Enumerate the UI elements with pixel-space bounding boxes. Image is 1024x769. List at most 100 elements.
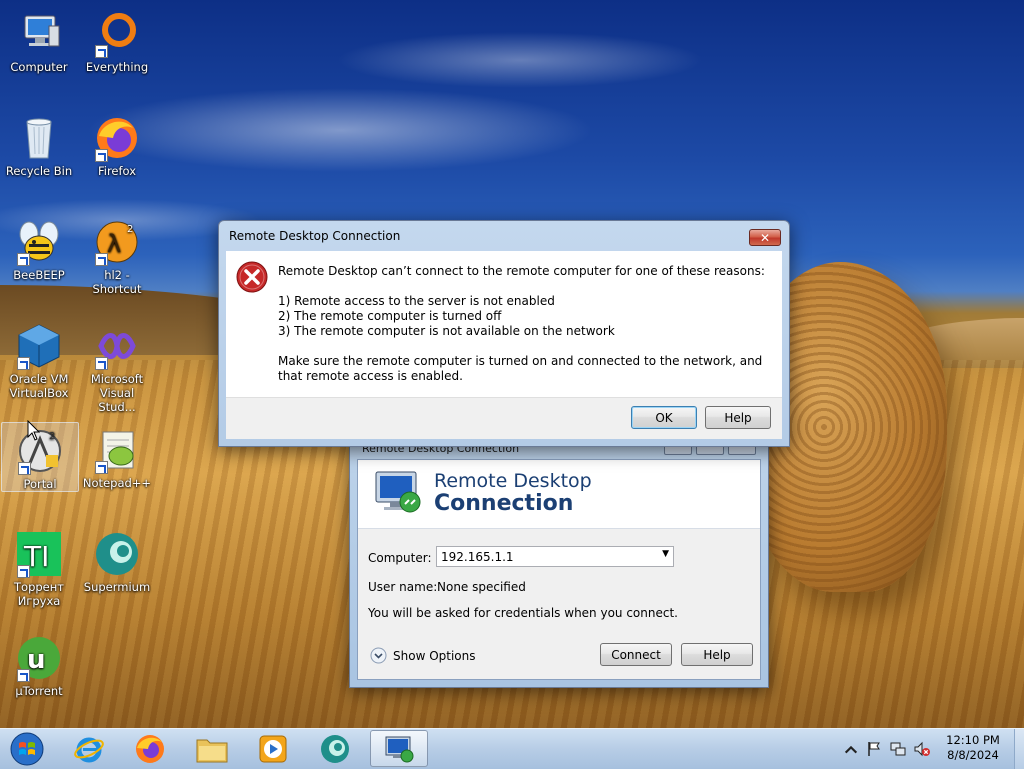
desktop-icon-supermium[interactable]: Supermium: [79, 526, 155, 616]
computer-value: 192.165.1.1: [441, 550, 514, 564]
torrent-igruha-icon: TI: [15, 530, 63, 578]
virtualbox-icon: [15, 322, 63, 370]
svg-text:2: 2: [127, 224, 133, 235]
shortcut-arrow-icon: [17, 357, 30, 370]
shortcut-arrow-icon: [18, 462, 31, 475]
shortcut-arrow-icon: [95, 149, 108, 162]
svg-text:λ: λ: [107, 230, 121, 258]
taskbar-windows-explorer[interactable]: [185, 730, 239, 767]
ok-button[interactable]: OK: [631, 406, 697, 429]
chevron-down-icon[interactable]: ▼: [662, 549, 669, 559]
desktop-icon-beebeep[interactable]: BeeBEEP: [1, 214, 77, 304]
start-button[interactable]: [0, 730, 54, 767]
error-help-button[interactable]: Help: [705, 406, 771, 429]
connect-button[interactable]: Connect: [600, 643, 672, 666]
error-dialog-title: Remote Desktop Connection: [229, 229, 401, 243]
internet-explorer-icon: [74, 737, 104, 762]
shortcut-arrow-icon: [95, 357, 108, 370]
rdc-help-button[interactable]: Help: [681, 643, 753, 666]
shortcut-arrow-icon: [17, 565, 30, 578]
remote-desktop-icon: [385, 736, 414, 762]
desktop-icon-everything[interactable]: Everything: [79, 6, 155, 96]
desktop-icon-label: Firefox: [97, 164, 137, 178]
mouse-cursor-icon: [27, 420, 41, 441]
clock-time: 12:10 PM: [946, 733, 1000, 747]
desktop-icon-label: Notepad++: [82, 476, 152, 490]
action-center-flag-icon[interactable]: [866, 741, 882, 757]
taskbar: 12:10 PM 8/8/2024: [0, 728, 1024, 769]
desktop-icon-label: Supermium: [83, 580, 151, 594]
desktop-icon-label: Computer: [10, 60, 68, 74]
desktop-icon-virtualbox[interactable]: Oracle VM VirtualBox: [1, 318, 77, 408]
desktop-icon-label: Everything: [85, 60, 149, 74]
computer-combobox[interactable]: 192.165.1.1 ▼: [436, 546, 674, 567]
desktop-icon-computer[interactable]: Computer: [1, 6, 77, 96]
desktop-icon-label: Торрент Игруха: [14, 580, 64, 608]
taskbar-internet-explorer[interactable]: [62, 730, 116, 767]
desktop-icon-label: Microsoft Visual Stud...: [90, 372, 144, 414]
desktop-icon-label: BeeBEEP: [13, 268, 65, 282]
recycle-bin-icon: [15, 114, 63, 162]
error-dialog-titlebar: Remote Desktop Connection: [219, 221, 789, 251]
username-value: None specified: [437, 580, 526, 594]
taskbar-supermium[interactable]: [308, 730, 362, 767]
desktop-icon-recycle-bin[interactable]: Recycle Bin: [1, 110, 77, 200]
shortcut-arrow-icon: [17, 669, 30, 682]
taskbar-remote-desktop[interactable]: [370, 730, 428, 767]
desktop-icon-hl2-shortcut[interactable]: λ 2 hl2 - Shortcut: [79, 214, 155, 304]
error-message: Remote Desktop can’t connect to the remo…: [278, 264, 778, 384]
error-reason: 1) Remote access to the server is not en…: [278, 294, 555, 308]
clock-date: 8/8/2024: [947, 748, 999, 762]
error-icon: [236, 261, 268, 293]
network-icon[interactable]: [890, 741, 906, 757]
desktop-icon-torrent-igruha[interactable]: TI Торрент Игруха: [1, 526, 77, 616]
error-reason: 2) The remote computer is turned off: [278, 309, 502, 323]
everything-icon: [93, 10, 141, 58]
credentials-note: You will be asked for credentials when y…: [368, 606, 678, 620]
brand-line-2: Connection: [434, 491, 574, 516]
close-button[interactable]: ✕: [749, 229, 781, 246]
notepad-plus-plus-icon: [93, 426, 141, 474]
taskbar-media-player[interactable]: [246, 730, 300, 767]
rdc-main-window: Remote Desktop Connection Remote Desktop…: [349, 438, 769, 688]
remote-desktop-icon: [375, 471, 421, 513]
brand-line-1: Remote Desktop: [434, 470, 592, 492]
shortcut-arrow-icon: [95, 461, 108, 474]
error-dialog-footer: OK Help: [226, 397, 782, 439]
desktop-icon-label: Oracle VM VirtualBox: [9, 372, 69, 400]
chevron-circle-down-icon: [370, 647, 387, 664]
utorrent-icon: u: [15, 634, 63, 682]
desktop-icon-label: µTorrent: [15, 684, 63, 698]
taskbar-firefox[interactable]: [123, 730, 177, 767]
supermium-icon: [93, 530, 141, 578]
system-clock[interactable]: 12:10 PM 8/8/2024: [940, 733, 1006, 763]
desktop-icon-label: Recycle Bin: [5, 164, 73, 178]
error-advice: Make sure the remote computer is turned …: [278, 354, 763, 383]
windows-logo-icon: [10, 732, 44, 765]
show-hidden-icons-arrow[interactable]: [843, 742, 859, 758]
error-reason: 3) The remote computer is not available …: [278, 324, 615, 338]
rdc-client-area: Remote Desktop Connection Computer: 192.…: [357, 459, 761, 680]
error-dialog-body: Remote Desktop can’t connect to the remo…: [226, 251, 782, 397]
show-options-toggle[interactable]: Show Options: [370, 647, 476, 664]
folder-icon: [196, 739, 228, 762]
desktop-icon-notepad-plus-plus[interactable]: Notepad++: [79, 422, 155, 512]
visual-studio-icon: [93, 322, 141, 370]
firefox-icon: [93, 114, 141, 162]
svg-text:2: 2: [49, 431, 55, 442]
error-intro: Remote Desktop can’t connect to the remo…: [278, 264, 765, 278]
shortcut-arrow-icon: [17, 253, 30, 266]
computer-label: Computer:: [368, 551, 432, 565]
firefox-icon: [136, 734, 164, 763]
username-label: User name:: [368, 580, 438, 594]
computer-icon: [15, 10, 63, 58]
desktop-icon-visual-studio[interactable]: Microsoft Visual Stud...: [79, 318, 155, 414]
desktop-icon-label: Portal: [23, 477, 57, 491]
desktop-icon-firefox[interactable]: Firefox: [79, 110, 155, 200]
volume-muted-icon[interactable]: [914, 741, 930, 757]
desktop-icon-utorrent[interactable]: u µTorrent: [1, 630, 77, 720]
show-desktop-button[interactable]: [1014, 729, 1024, 769]
show-options-label: Show Options: [393, 648, 476, 663]
shortcut-arrow-icon: [95, 45, 108, 58]
half-life-2-icon: λ 2: [93, 218, 141, 266]
